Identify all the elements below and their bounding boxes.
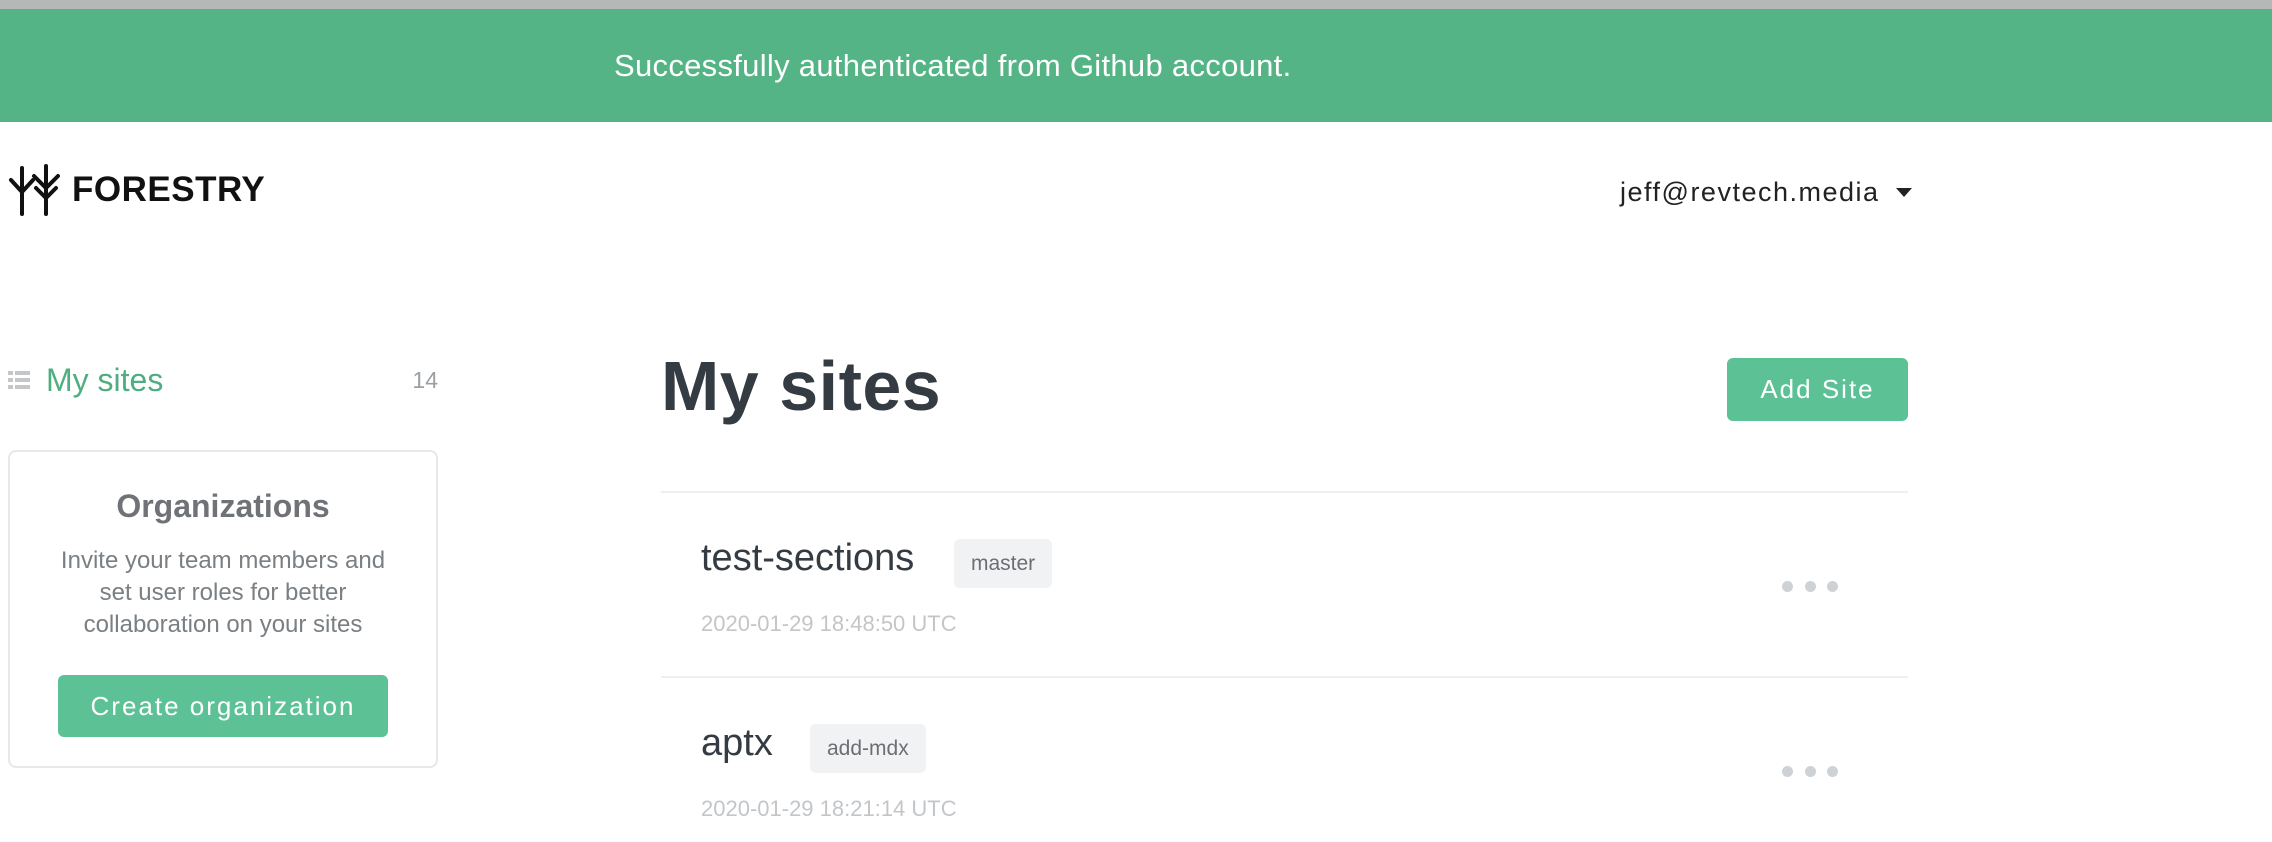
user-menu[interactable]: jeff@revtech.media xyxy=(1620,172,1912,212)
create-organization-button[interactable]: Create organization xyxy=(58,675,388,737)
site-updated-date: 2020-01-29 18:48:50 UTC xyxy=(701,611,957,636)
sidebar-item-count: 14 xyxy=(412,366,438,393)
branch-badge: master xyxy=(954,539,1053,588)
sidebar-item-label: My sites xyxy=(46,361,164,398)
list-icon xyxy=(8,371,30,389)
add-site-button[interactable]: Add Site xyxy=(1727,358,1908,421)
more-options-icon[interactable] xyxy=(1782,579,1838,593)
site-updated-date: 2020-01-29 18:21:14 UTC xyxy=(701,796,957,821)
org-card-description: Invite your team members and set user ro… xyxy=(60,547,386,638)
forestry-logo[interactable]: FORESTRY xyxy=(8,160,265,220)
org-card-title: Organizations xyxy=(116,488,330,524)
organizations-card: Organizations Invite your team members a… xyxy=(8,450,438,768)
site-name[interactable]: test-sections xyxy=(701,537,914,580)
site-row[interactable]: aptx add-mdx 2020-01-29 18:21:14 UTC xyxy=(661,678,1908,842)
user-email: jeff@revtech.media xyxy=(1620,176,1880,207)
logo-text: FORESTRY xyxy=(72,170,266,209)
top-strip xyxy=(0,0,2272,9)
forestry-tree-icon xyxy=(9,164,60,216)
page: Successfully authenticated from Github a… xyxy=(0,0,2272,842)
more-options-icon[interactable] xyxy=(1782,764,1838,778)
success-banner: Successfully authenticated from Github a… xyxy=(0,9,2272,122)
caret-down-icon xyxy=(1895,187,1912,197)
banner-message: Successfully authenticated from Github a… xyxy=(614,48,1292,83)
branch-badge: add-mdx xyxy=(810,724,926,773)
site-row[interactable]: test-sections master 2020-01-29 18:48:50… xyxy=(661,493,1908,677)
page-title: My sites xyxy=(661,347,942,425)
site-name[interactable]: aptx xyxy=(701,722,773,765)
sidebar-item-my-sites[interactable]: My sites 14 xyxy=(8,356,438,404)
